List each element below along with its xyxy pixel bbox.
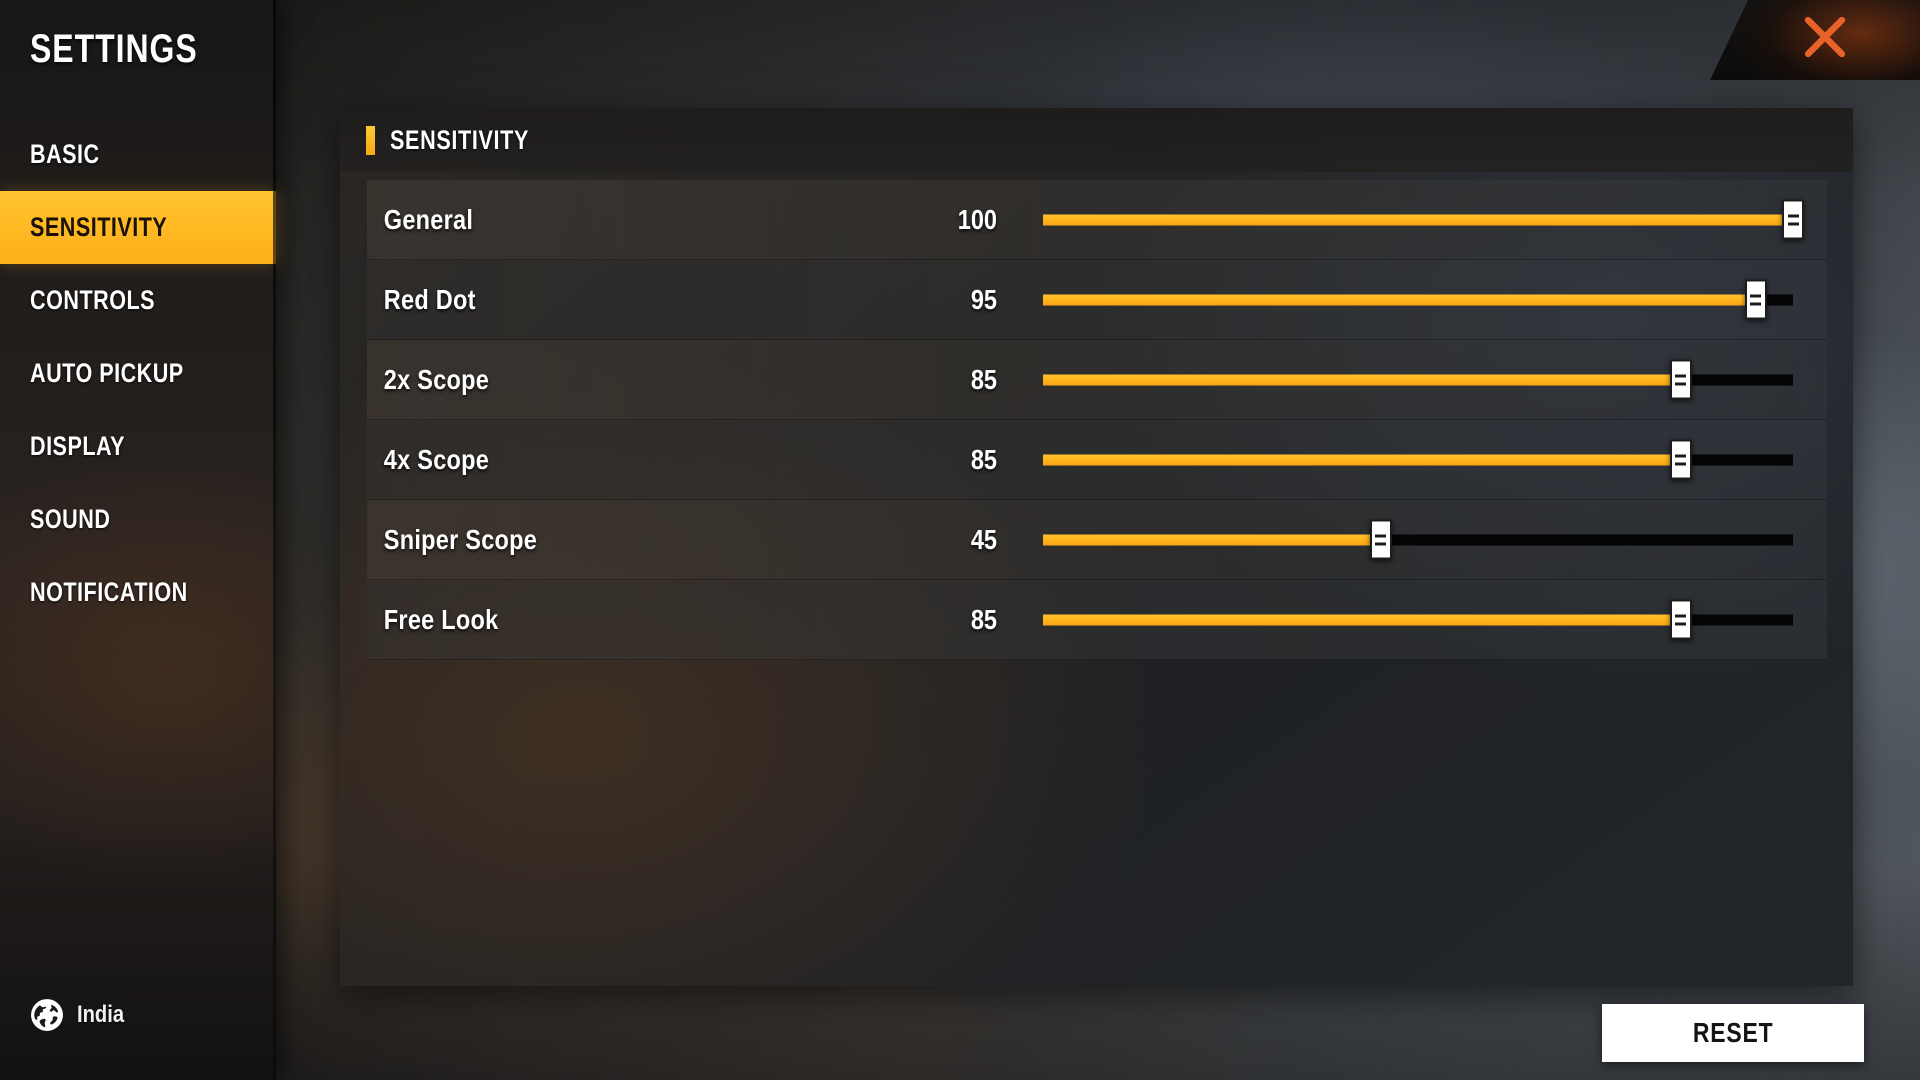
page-title: SETTINGS bbox=[30, 27, 198, 71]
section-accent-bar bbox=[366, 125, 375, 155]
slider-fill bbox=[1043, 534, 1381, 545]
sidebar-item-label: BASIC bbox=[30, 139, 100, 169]
row-value: 95 bbox=[970, 283, 997, 315]
table-row[interactable]: Free Look 85 bbox=[367, 580, 1827, 660]
row-value: 85 bbox=[970, 603, 997, 635]
row-value: 85 bbox=[970, 443, 997, 475]
row-label: Sniper Scope bbox=[383, 523, 538, 555]
slider-fill bbox=[1043, 374, 1681, 385]
reset-button-label: RESET bbox=[1692, 1017, 1774, 1048]
sidebar-item-notification[interactable]: NOTIFICATION bbox=[0, 556, 276, 629]
row-label: 2x Scope bbox=[383, 363, 490, 395]
sidebar-item-label: SENSITIVITY bbox=[30, 212, 168, 242]
slider-fill bbox=[1043, 454, 1681, 465]
table-row[interactable]: Red Dot 95 bbox=[367, 260, 1827, 340]
table-row[interactable]: General 100 bbox=[367, 180, 1827, 260]
region-selector[interactable]: India bbox=[30, 998, 133, 1032]
settings-screen: SETTINGS BASIC SENSITIVITY CONTROLS AUTO… bbox=[0, 0, 1920, 1080]
row-label: Free Look bbox=[383, 603, 499, 635]
slider-fill bbox=[1043, 294, 1756, 305]
slider-thumb[interactable] bbox=[1669, 439, 1692, 480]
sidebar: SETTINGS BASIC SENSITIVITY CONTROLS AUTO… bbox=[0, 0, 276, 1080]
reset-button[interactable]: RESET bbox=[1602, 1004, 1864, 1062]
settings-panel: SENSITIVITY General 100 Red Dot 95 2x Sc… bbox=[340, 108, 1853, 986]
globe-icon bbox=[31, 999, 63, 1031]
slider-fill bbox=[1043, 614, 1681, 625]
slider-free-look[interactable] bbox=[1043, 580, 1793, 660]
sidebar-item-auto-pickup[interactable]: AUTO PICKUP bbox=[0, 337, 276, 410]
sensitivity-rows: General 100 Red Dot 95 2x Scope 85 4x Sc… bbox=[367, 180, 1827, 660]
sidebar-item-label: NOTIFICATION bbox=[30, 577, 188, 607]
sidebar-item-controls[interactable]: CONTROLS bbox=[0, 264, 276, 337]
table-row[interactable]: 4x Scope 85 bbox=[367, 420, 1827, 500]
region-label: India bbox=[77, 1001, 125, 1028]
sidebar-item-label: CONTROLS bbox=[30, 285, 156, 315]
slider-2x-scope[interactable] bbox=[1043, 340, 1793, 420]
slider-red-dot[interactable] bbox=[1043, 260, 1793, 340]
row-value: 85 bbox=[970, 363, 997, 395]
sidebar-item-label: SOUND bbox=[30, 504, 111, 534]
slider-thumb[interactable] bbox=[1669, 359, 1692, 400]
close-x-icon bbox=[1804, 16, 1846, 58]
sidebar-item-label: DISPLAY bbox=[30, 431, 125, 461]
slider-thumb[interactable] bbox=[1744, 279, 1767, 320]
sidebar-item-sensitivity[interactable]: SENSITIVITY bbox=[0, 191, 276, 264]
row-value: 45 bbox=[970, 523, 997, 555]
row-label: 4x Scope bbox=[383, 443, 490, 475]
sidebar-item-sound[interactable]: SOUND bbox=[0, 483, 276, 556]
slider-sniper-scope[interactable] bbox=[1043, 500, 1793, 580]
slider-thumb[interactable] bbox=[1369, 519, 1392, 560]
table-row[interactable]: 2x Scope 85 bbox=[367, 340, 1827, 420]
sidebar-nav: BASIC SENSITIVITY CONTROLS AUTO PICKUP D… bbox=[0, 118, 276, 629]
table-row[interactable]: Sniper Scope 45 bbox=[367, 500, 1827, 580]
row-label: General bbox=[383, 203, 474, 235]
slider-thumb[interactable] bbox=[1669, 599, 1692, 640]
sidebar-item-label: AUTO PICKUP bbox=[30, 358, 184, 388]
sidebar-item-basic[interactable]: BASIC bbox=[0, 118, 276, 191]
slider-general[interactable] bbox=[1043, 180, 1804, 260]
sidebar-edge bbox=[273, 0, 276, 1080]
row-label: Red Dot bbox=[383, 283, 476, 315]
slider-4x-scope[interactable] bbox=[1043, 420, 1793, 500]
section-header: SENSITIVITY bbox=[340, 108, 1853, 172]
row-value: 100 bbox=[957, 203, 997, 235]
section-title: SENSITIVITY bbox=[390, 124, 530, 155]
slider-fill bbox=[1043, 214, 1793, 225]
sidebar-item-display[interactable]: DISPLAY bbox=[0, 410, 276, 483]
slider-thumb[interactable] bbox=[1782, 199, 1804, 240]
